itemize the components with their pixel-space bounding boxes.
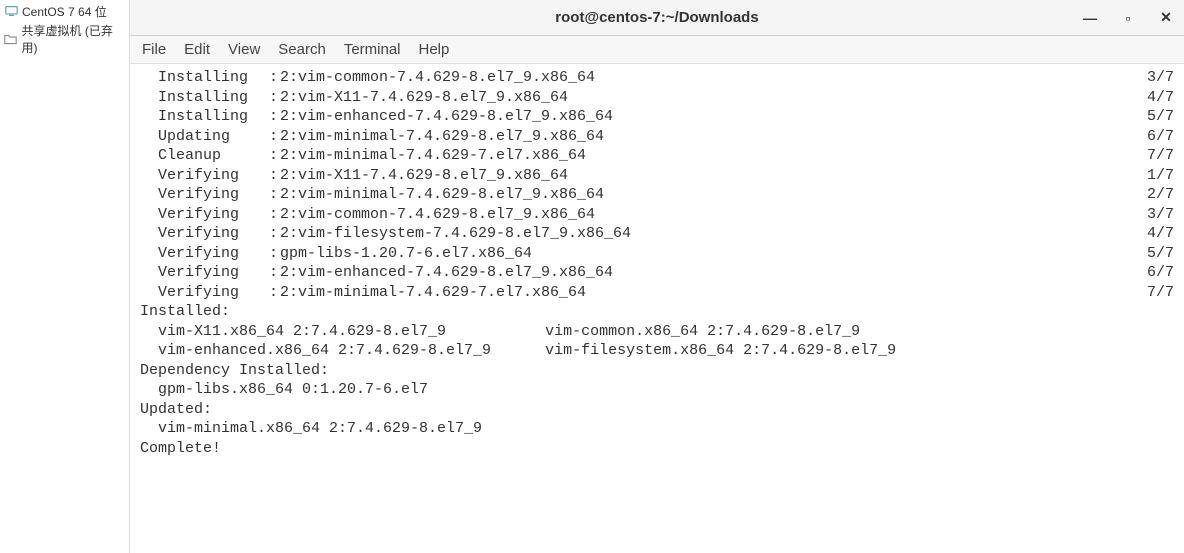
vm-tree-item[interactable]: CentOS 7 64 位 [4,2,125,21]
vm-label: 共享虚拟机 (已弃用) [22,22,126,56]
terminal-line: gpm-libs.x86_64 0:1.20.7-6.el7 [140,380,1174,400]
terminal-line: Verifying : 2:vim-X11-7.4.629-8.el7_9.x8… [140,166,1174,186]
terminal-line: Dependency Installed: [140,361,1174,381]
terminal-line: Verifying : 2:vim-minimal-7.4.629-8.el7_… [140,185,1174,205]
terminal-line: Verifying : 2:vim-minimal-7.4.629-7.el7.… [140,283,1174,303]
terminal-line: vim-enhanced.x86_64 2:7.4.629-8.el7_9 vi… [140,341,1174,361]
terminal-line: Installed: [140,302,1174,322]
monitor-icon [4,5,18,19]
close-button[interactable]: ✕ [1156,8,1176,28]
terminal-window: root@centos-7:~/Downloads — ▫ ✕ File Edi… [130,0,1184,553]
terminal-line: Verifying : 2:vim-common-7.4.629-8.el7_9… [140,205,1174,225]
vm-tree-item[interactable]: 共享虚拟机 (已弃用) [4,21,125,57]
window-controls: — ▫ ✕ [1080,8,1176,28]
menu-search[interactable]: Search [278,41,326,58]
menu-file[interactable]: File [142,41,166,58]
terminal-line: Installing : 2:vim-X11-7.4.629-8.el7_9.x… [140,88,1174,108]
vm-sidebar: CentOS 7 64 位 共享虚拟机 (已弃用) [0,0,130,553]
terminal-output[interactable]: Installing : 2:vim-common-7.4.629-8.el7_… [130,64,1184,553]
terminal-line: Verifying : 2:vim-enhanced-7.4.629-8.el7… [140,263,1174,283]
minimize-button[interactable]: — [1080,8,1100,28]
terminal-line: Updated: [140,400,1174,420]
terminal-line: Cleanup : 2:vim-minimal-7.4.629-7.el7.x8… [140,146,1174,166]
vm-label: CentOS 7 64 位 [22,3,107,20]
terminal-line: Complete! [140,439,1174,459]
menu-help[interactable]: Help [419,41,450,58]
terminal-line: Verifying : gpm-libs-1.20.7-6.el7.x86_64… [140,244,1174,264]
terminal-line: vim-X11.x86_64 2:7.4.629-8.el7_9 vim-com… [140,322,1174,342]
menubar: File Edit View Search Terminal Help [130,36,1184,64]
terminal-line: Verifying : 2:vim-filesystem-7.4.629-8.e… [140,224,1174,244]
maximize-button[interactable]: ▫ [1118,8,1138,28]
terminal-line: Installing : 2:vim-enhanced-7.4.629-8.el… [140,107,1174,127]
terminal-line: vim-minimal.x86_64 2:7.4.629-8.el7_9 [140,419,1174,439]
terminal-line: Installing : 2:vim-common-7.4.629-8.el7_… [140,68,1174,88]
menu-terminal[interactable]: Terminal [344,41,401,58]
terminal-line: Updating : 2:vim-minimal-7.4.629-8.el7_9… [140,127,1174,147]
menu-edit[interactable]: Edit [184,41,210,58]
window-title: root@centos-7:~/Downloads [555,9,758,26]
folder-icon [4,32,18,46]
menu-view[interactable]: View [228,41,260,58]
window-titlebar: root@centos-7:~/Downloads — ▫ ✕ [130,0,1184,36]
